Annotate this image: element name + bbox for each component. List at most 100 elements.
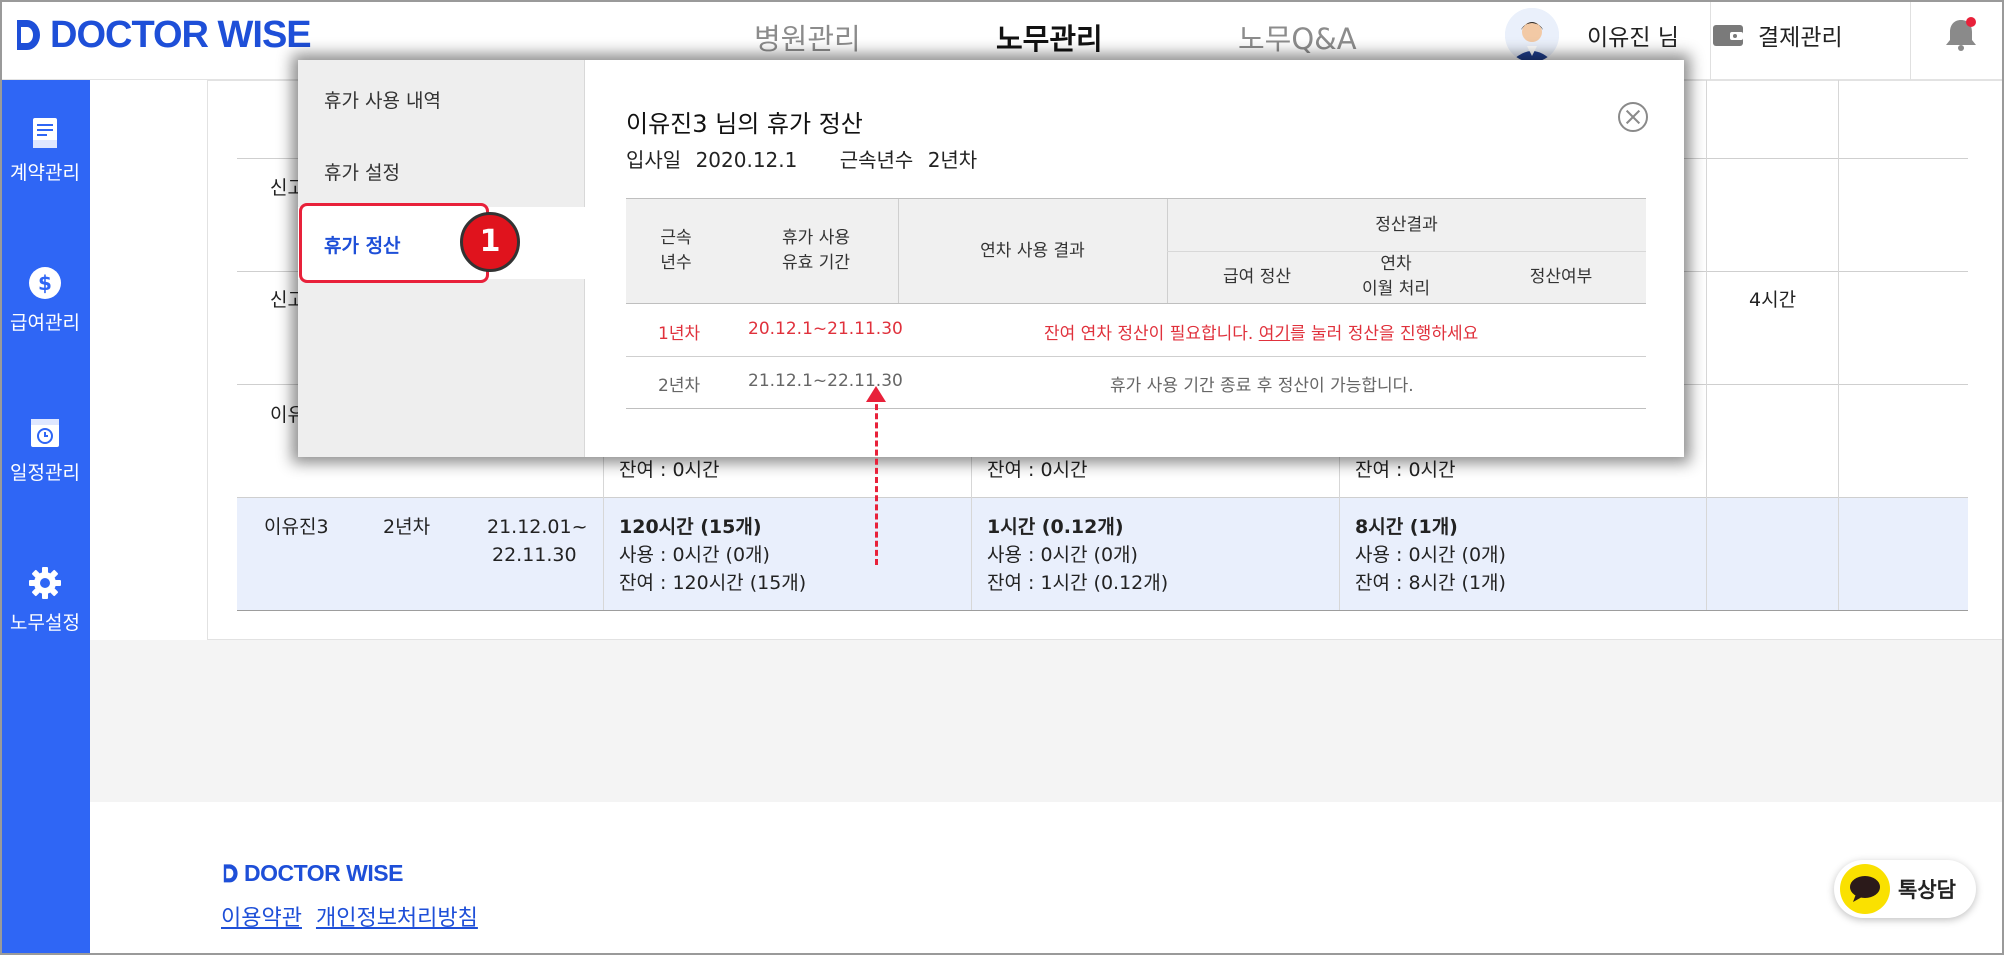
header-tenure-line: 근속 [660, 228, 692, 248]
row-special-used: 사용 : 0시간 (0개) [1355, 544, 1506, 566]
logo-mark-icon [17, 19, 40, 50]
bell-icon[interactable] [1944, 16, 1978, 52]
row-annual-used: 사용 : 0시간 (0개) [619, 544, 770, 566]
avatar [1505, 8, 1559, 62]
step-badge: 1 [460, 212, 520, 272]
user-name: 이유진 님 [1587, 25, 1679, 51]
annotation-arrow-head [866, 386, 886, 402]
menu-vacation-settings[interactable]: 휴가 설정 [324, 158, 400, 185]
settlement-row-message: 휴가 사용 기간 종료 후 정산이 가능합니다. [1110, 376, 1414, 396]
header-carry-over: 연차 이월 처리 [1326, 252, 1466, 302]
table-column-divider [971, 440, 972, 610]
doctor-wise-logo[interactable]: DOCTOR WISE [14, 14, 312, 57]
modal-subtitle: 입사일 2020.12.1 근속년수 2년차 [626, 144, 985, 173]
footer-logo: DOCTOR WISE [222, 860, 403, 887]
gear-icon [29, 567, 61, 599]
settlement-message-text: 잔여 연차 정산이 필요합니다. [1044, 324, 1259, 344]
table-row-divider [626, 356, 1646, 357]
settlement-message-text: 를 눌러 정산을 진행하세요 [1289, 324, 1479, 344]
sidebar-item-payroll[interactable]: $ 급여관리 [0, 266, 90, 335]
content-bottom-band [90, 640, 2004, 802]
sidebar-item-contract[interactable]: 계약관리 [0, 116, 90, 185]
vacation-settlement-modal: 휴가 사용 내역 휴가 설정 휴가 정산 1 이유진3 님의 휴가 정산 입사일… [298, 60, 1684, 457]
privacy-policy-link[interactable]: 개인정보처리방침 [316, 900, 478, 932]
row-year: 2년차 [383, 516, 431, 538]
row-period-start: 21.12.01~ [487, 516, 588, 538]
terms-link[interactable]: 이용약관 [221, 900, 302, 932]
table-column-divider [1339, 440, 1340, 610]
sidebar-item-label: 일정관리 [10, 462, 80, 484]
sidebar-item-label: 계약관리 [10, 162, 80, 184]
row-period-end: 22.11.30 [492, 544, 577, 566]
chat-consult-button[interactable]: 톡상담 [1834, 860, 1976, 918]
table-cell: 잔여 : 0시간 [1355, 459, 1456, 481]
settlement-row-message: 잔여 연차 정산이 필요합니다. 여기를 눌러 정산을 진행하세요 [1044, 319, 1478, 344]
contract-icon [33, 118, 57, 148]
settlement-row-year: 1년차 [658, 324, 701, 344]
header-divider [1910, 0, 1911, 80]
settlement-row-year: 2년차 [658, 376, 701, 396]
settlement-row-period: 20.12.1~21.11.30 [748, 319, 903, 339]
header-settlement: 정산결과 [1375, 215, 1438, 235]
table-bottom-border [237, 610, 1968, 611]
payment-menu[interactable]: 결제관리 [1712, 18, 1843, 52]
tenure-value: 2년차 [927, 148, 978, 172]
table-column-divider [1838, 80, 1839, 610]
row-annual-total: 120시간 (15개) [619, 516, 762, 538]
chat-bubble-icon [1840, 864, 1890, 914]
nav-hospital[interactable]: 병원관리 [754, 16, 861, 58]
menu-vacation-history[interactable]: 휴가 사용 내역 [324, 86, 441, 113]
sidebar-item-label: 노무설정 [10, 612, 80, 634]
header-carry-line: 이월 처리 [1362, 279, 1430, 299]
row-special-remaining: 잔여 : 8시간 (1개) [1355, 572, 1506, 594]
row-monthly-total: 1시간 (0.12개) [987, 516, 1124, 538]
row-annual-remaining: 잔여 : 120시간 (15개) [619, 572, 807, 594]
sidebar-item-schedule[interactable]: 일정관리 [0, 416, 90, 485]
doctor-avatar-icon [1505, 8, 1559, 62]
logo-mark-icon [223, 863, 238, 882]
sidebar-item-label: 급여관리 [10, 312, 80, 334]
footer-logo-text: DOCTOR WISE [244, 860, 403, 886]
calendar-clock-icon [31, 419, 59, 447]
chat-consult-label: 톡상담 [1898, 878, 1956, 902]
nav-labor[interactable]: 노무관리 [996, 16, 1103, 58]
table-row-divider [626, 408, 1646, 409]
tenure-label: 근속년수 [839, 148, 914, 172]
row-special-total: 8시간 (1개) [1355, 516, 1458, 538]
join-date-value: 2020.12.1 [695, 148, 798, 172]
join-date-label: 입사일 [626, 148, 682, 172]
modal-title: 이유진3 님의 휴가 정산 [626, 110, 863, 138]
header-tenure: 근속 년수 [636, 226, 716, 276]
svg-text:$: $ [38, 271, 52, 295]
sidebar: 계약관리 $ 급여관리 일정관리 노무설정 [0, 80, 90, 955]
close-icon[interactable] [1618, 102, 1648, 132]
table-cell: 4시간 [1749, 289, 1797, 311]
wallet-icon [1713, 25, 1743, 46]
header-period-line: 유효 기간 [782, 253, 850, 273]
header-settled: 정산여부 [1529, 267, 1593, 287]
table-cell: 잔여 : 0시간 [987, 459, 1088, 481]
header-period-line: 휴가 사용 [782, 228, 850, 248]
settlement-table-header: 근속 년수 휴가 사용 유효 기간 연차 사용 결과 정산결과 급여 정산 연차… [626, 198, 1646, 304]
header-pay-settlement: 급여 정산 [1223, 267, 1291, 287]
header-tenure-line: 년수 [660, 253, 692, 273]
row-monthly-used: 사용 : 0시간 (0개) [987, 544, 1138, 566]
modal-side-menu: 휴가 사용 내역 휴가 설정 휴가 정산 1 [298, 60, 585, 457]
footer-links: 이용약관 개인정보처리방침 [221, 900, 478, 932]
nav-labor-qa[interactable]: 노무Q&A [1238, 16, 1357, 58]
settlement-here-link[interactable]: 여기 [1259, 324, 1290, 344]
annotation-arrow-line [875, 395, 878, 565]
logo-text: DOCTOR WISE [50, 14, 312, 56]
user-profile[interactable]: 이유진 님 [1505, 8, 1679, 62]
header-result: 연차 사용 결과 [980, 241, 1085, 261]
menu-vacation-settlement-label: 휴가 정산 [324, 235, 401, 257]
sidebar-item-labor-settings[interactable]: 노무설정 [0, 566, 90, 635]
dollar-icon: $ [29, 267, 61, 299]
header-divider [1710, 0, 1711, 80]
table-column-divider [603, 440, 604, 610]
payment-label: 결제관리 [1758, 25, 1843, 51]
table-column-divider [1706, 80, 1707, 610]
header-carry-line: 연차 [1380, 254, 1412, 274]
header-period: 휴가 사용 유효 기간 [746, 226, 886, 276]
row-monthly-remaining: 잔여 : 1시간 (0.12개) [987, 572, 1169, 594]
